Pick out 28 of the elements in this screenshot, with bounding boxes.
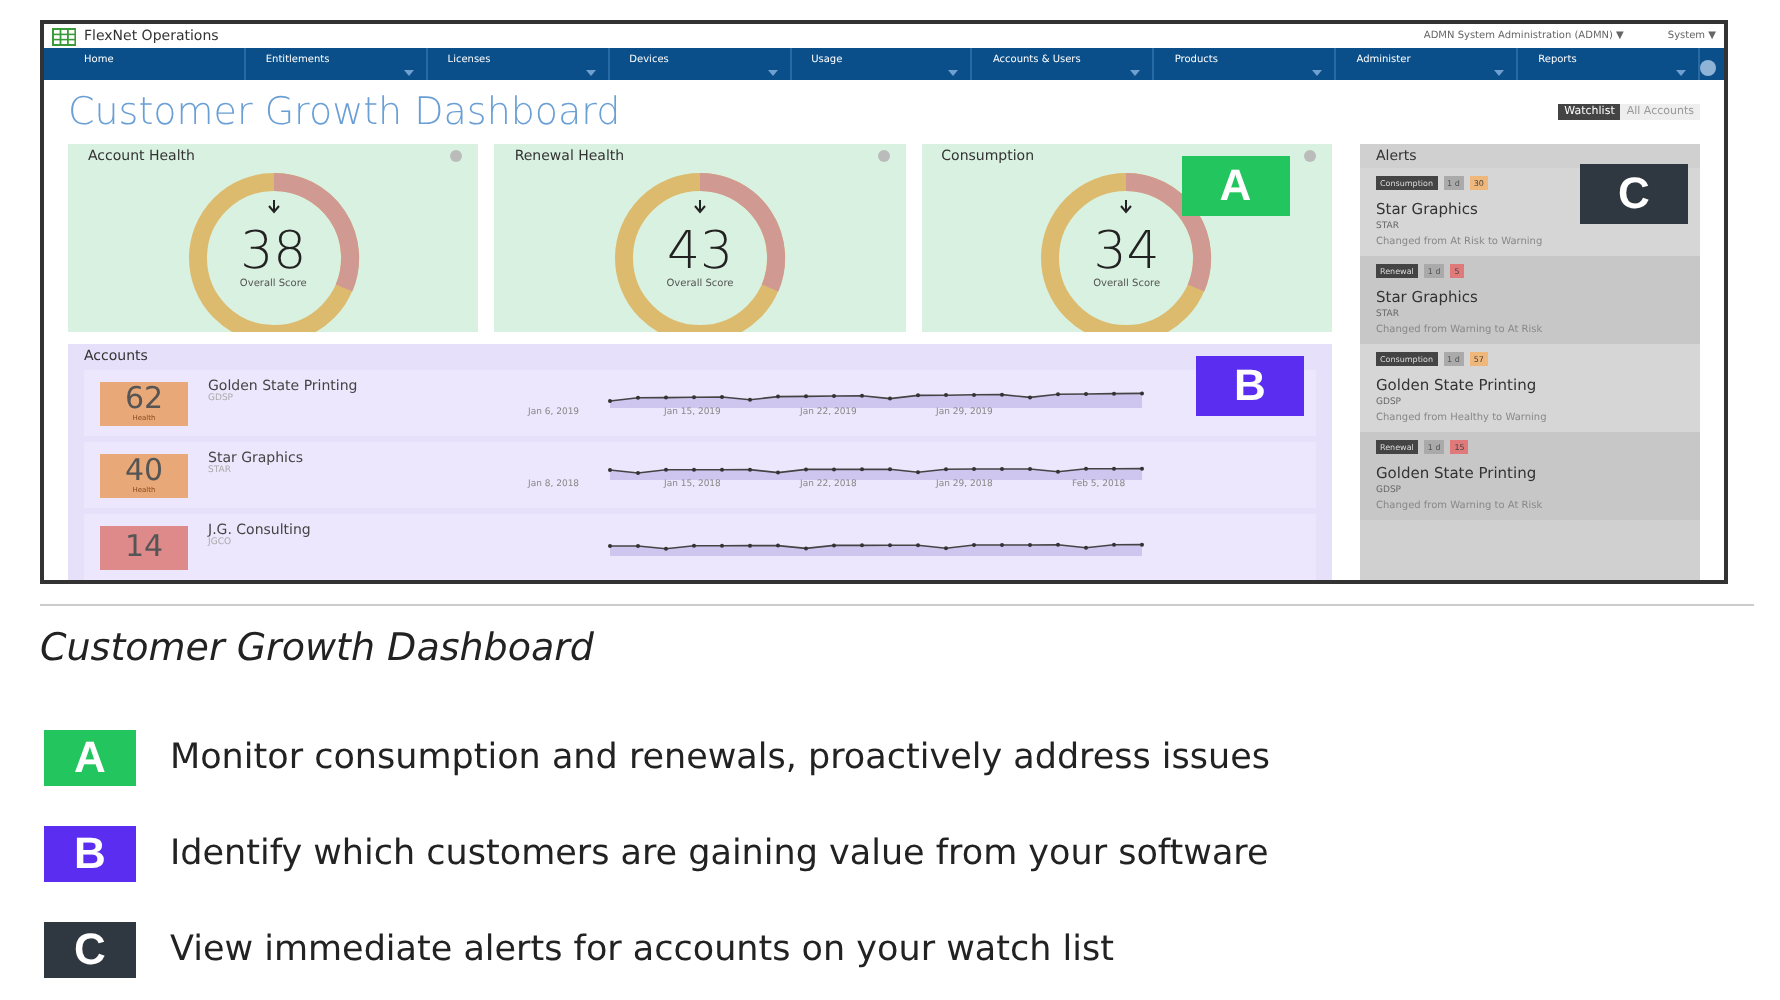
help-icon[interactable] [877, 150, 890, 162]
legend-key: A [44, 730, 136, 786]
caret-icon [767, 70, 778, 76]
legend-text: View immediate alerts for accounts on your watch list [170, 930, 1114, 970]
legend-text: Identify which customers are gaining value from your software [170, 834, 1269, 874]
legend-key: B [44, 826, 136, 882]
score-value: 34 [1093, 226, 1160, 278]
page-title: Customer Growth Dashboard [68, 90, 621, 134]
help-icon[interactable] [1700, 60, 1716, 76]
callout-tooltip: A [1181, 156, 1290, 216]
caret-icon [1676, 70, 1687, 76]
health-badge: 14 [100, 525, 188, 569]
caret-icon [403, 70, 414, 76]
caret-icon [1312, 70, 1323, 76]
legend-key: C [44, 922, 136, 978]
score-value: 43 [666, 226, 734, 278]
callout-tooltip: C [1580, 164, 1688, 224]
grid-logo-icon [52, 27, 76, 46]
help-icon[interactable] [450, 150, 463, 162]
caret-icon [948, 70, 959, 76]
caret-icon [585, 70, 596, 76]
legend-text: Monitor consumption and renewals, proactively address issues [170, 738, 1271, 778]
figure-caption: Customer Growth Dashboard [40, 626, 596, 670]
score-value: 38 [240, 226, 307, 278]
help-icon[interactable] [1303, 150, 1316, 162]
caret-icon [1494, 70, 1505, 76]
caret-icon [1130, 70, 1141, 76]
callout-tooltip: B [1196, 356, 1304, 416]
